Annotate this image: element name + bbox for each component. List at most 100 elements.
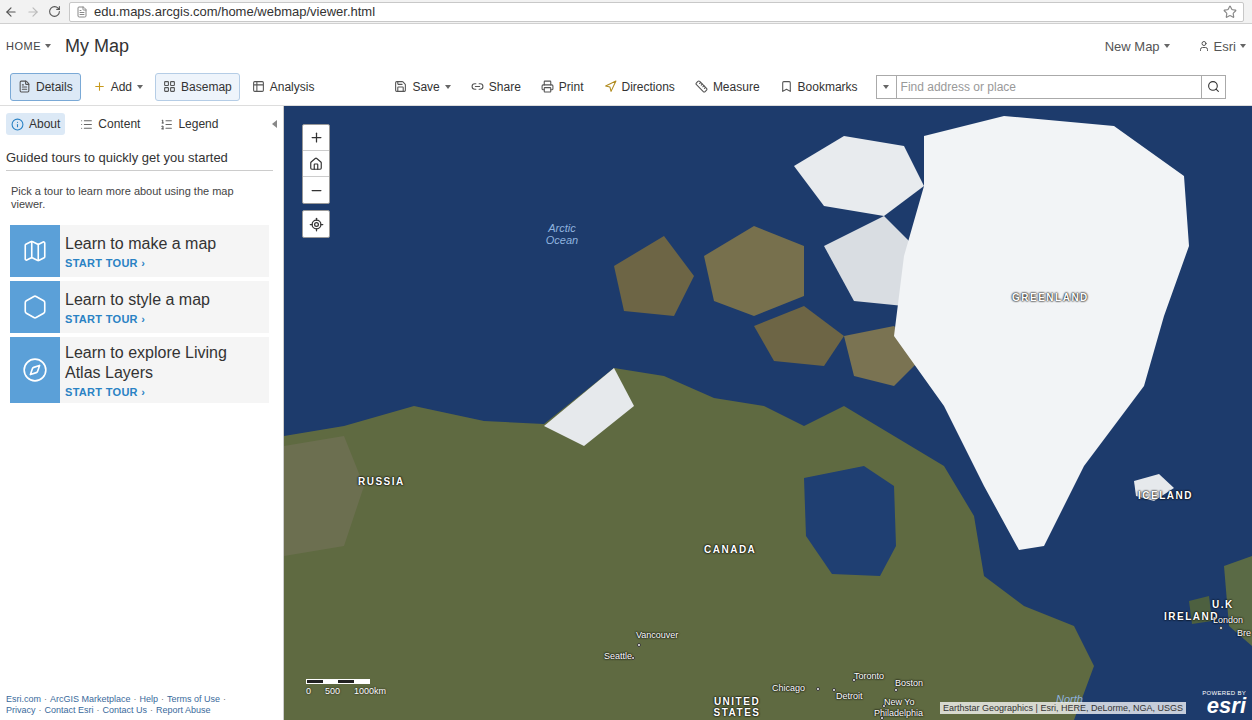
address-bar[interactable]: edu.maps.arcgis.com/home/webmap/viewer.h… bbox=[69, 2, 1244, 22]
tour-card[interactable]: Learn to make a map START TOUR › bbox=[10, 225, 269, 277]
attribution: Earthstar Geographics | Esri, HERE, DeLo… bbox=[940, 702, 1186, 714]
map-view[interactable]: Arctic OceanGREENLANDRUSSIACANADAICELAND… bbox=[284, 106, 1252, 720]
search-input[interactable] bbox=[897, 76, 1201, 98]
analysis-icon bbox=[252, 80, 265, 93]
tour-card[interactable]: Learn to explore Living Atlas LayersSTAR… bbox=[10, 337, 269, 403]
user-icon bbox=[1198, 40, 1210, 52]
satellite-imagery bbox=[284, 106, 1252, 720]
city-dot bbox=[832, 688, 836, 692]
map-label: Bre bbox=[1237, 629, 1251, 639]
footer-link[interactable]: Contact Esri bbox=[45, 705, 94, 715]
share-icon bbox=[471, 80, 484, 93]
map-icon bbox=[22, 238, 48, 264]
minus-icon bbox=[309, 183, 324, 198]
zoom-in-button[interactable] bbox=[303, 125, 329, 151]
city-dot bbox=[637, 643, 641, 647]
map-label: Toronto bbox=[854, 672, 884, 682]
separator: · bbox=[39, 705, 42, 715]
map-label: IRELAND bbox=[1164, 611, 1219, 622]
forward-button[interactable] bbox=[26, 5, 40, 19]
bookmark-star-icon[interactable] bbox=[1223, 5, 1237, 19]
scale-bar: 05001000km bbox=[306, 679, 386, 696]
page-icon bbox=[76, 6, 88, 18]
separator: · bbox=[161, 694, 164, 704]
city-dot bbox=[816, 687, 820, 691]
start-tour-link[interactable]: START TOUR › bbox=[65, 257, 216, 269]
home-menu[interactable]: HOME bbox=[6, 40, 51, 52]
measure-button[interactable]: Measure bbox=[687, 73, 768, 101]
esri-logo: POWERED BYesri bbox=[1202, 690, 1246, 716]
reload-button[interactable] bbox=[48, 5, 61, 18]
map-label: ICELAND bbox=[1138, 490, 1193, 501]
print-icon bbox=[541, 80, 554, 93]
bookmarks-button[interactable]: Bookmarks bbox=[772, 73, 866, 101]
dropdown-caret-icon bbox=[1240, 44, 1246, 48]
home-icon bbox=[309, 157, 323, 171]
separator: · bbox=[44, 694, 47, 704]
map-label: U.K bbox=[1212, 599, 1234, 610]
start-tour-link[interactable]: START TOUR › bbox=[65, 313, 210, 325]
map-label: CANADA bbox=[704, 544, 756, 555]
start-tour-link[interactable]: START TOUR › bbox=[65, 386, 264, 398]
footer-link[interactable]: Esri.com bbox=[6, 694, 41, 704]
separator: · bbox=[134, 694, 137, 704]
back-button[interactable] bbox=[4, 5, 18, 19]
footer-link[interactable]: ArcGIS Marketplace bbox=[50, 694, 131, 704]
map-controls bbox=[302, 124, 330, 238]
about-tab[interactable]: About bbox=[6, 113, 65, 135]
content-icon bbox=[80, 118, 93, 131]
forward-arrow-icon bbox=[26, 5, 40, 19]
map-title: My Map bbox=[65, 36, 129, 57]
locate-icon bbox=[309, 217, 324, 232]
browser-bar: edu.maps.arcgis.com/home/webmap/viewer.h… bbox=[0, 0, 1252, 24]
zoom-out-button[interactable] bbox=[303, 177, 329, 203]
map-label: Seattle bbox=[604, 652, 632, 662]
map-label: London bbox=[1213, 616, 1243, 626]
separator: · bbox=[97, 705, 100, 715]
footer-link[interactable]: Terms of Use bbox=[167, 694, 220, 704]
tour-title: Learn to make a map bbox=[65, 234, 216, 254]
collapse-arrow-icon[interactable] bbox=[272, 120, 277, 128]
footer-link[interactable]: Privacy bbox=[6, 705, 36, 715]
panel-tabs: About Content Legend bbox=[0, 106, 283, 142]
scale-tick: 1000km bbox=[354, 686, 386, 696]
basemap-button[interactable]: Basemap bbox=[155, 73, 240, 101]
directions-icon bbox=[604, 80, 617, 93]
locate-button[interactable] bbox=[303, 211, 329, 237]
plus-icon bbox=[309, 130, 324, 145]
default-extent-button[interactable] bbox=[303, 151, 329, 177]
user-menu[interactable]: Esri bbox=[1198, 39, 1246, 54]
save-button[interactable]: Save bbox=[386, 73, 458, 101]
analysis-button[interactable]: Analysis bbox=[244, 73, 323, 101]
new-map-menu[interactable]: New Map bbox=[1105, 39, 1170, 54]
content-tab[interactable]: Content bbox=[75, 113, 145, 135]
share-button[interactable]: Share bbox=[463, 73, 529, 101]
style-icon bbox=[22, 294, 48, 320]
add-icon bbox=[93, 80, 106, 93]
basemap-icon bbox=[163, 80, 176, 93]
search-box bbox=[876, 75, 1226, 99]
legend-tab[interactable]: Legend bbox=[155, 113, 223, 135]
map-label: UNITED STATES bbox=[702, 696, 772, 718]
tour-list: Learn to make a mapSTART TOUR ›Learn to … bbox=[10, 225, 269, 403]
map-label: Boston bbox=[895, 679, 923, 689]
details-panel: AboutContentLegendGuided tours to quickl… bbox=[0, 106, 284, 720]
footer-link[interactable]: Help bbox=[140, 694, 159, 704]
dropdown-caret-icon bbox=[137, 85, 143, 89]
tour-title: Learn to style a map bbox=[65, 290, 210, 310]
back-arrow-icon bbox=[4, 5, 18, 19]
tour-card[interactable]: Learn to style a map START TOUR › bbox=[10, 281, 269, 333]
dropdown-caret-icon bbox=[1164, 44, 1170, 48]
print-button[interactable]: Print bbox=[533, 73, 592, 101]
add-button[interactable]: Add bbox=[85, 73, 151, 101]
map-label: New Yo bbox=[884, 698, 915, 708]
search-button[interactable] bbox=[1201, 76, 1225, 98]
search-source-dropdown[interactable] bbox=[877, 76, 897, 98]
map-label: Vancouver bbox=[636, 631, 678, 641]
footer-link[interactable]: Report Abuse bbox=[156, 705, 211, 715]
map-label: Arctic Ocean bbox=[540, 222, 584, 246]
details-button[interactable]: Details bbox=[10, 73, 81, 101]
footer-link[interactable]: Contact Us bbox=[103, 705, 148, 715]
separator: · bbox=[223, 694, 226, 704]
directions-button[interactable]: Directions bbox=[596, 73, 683, 101]
